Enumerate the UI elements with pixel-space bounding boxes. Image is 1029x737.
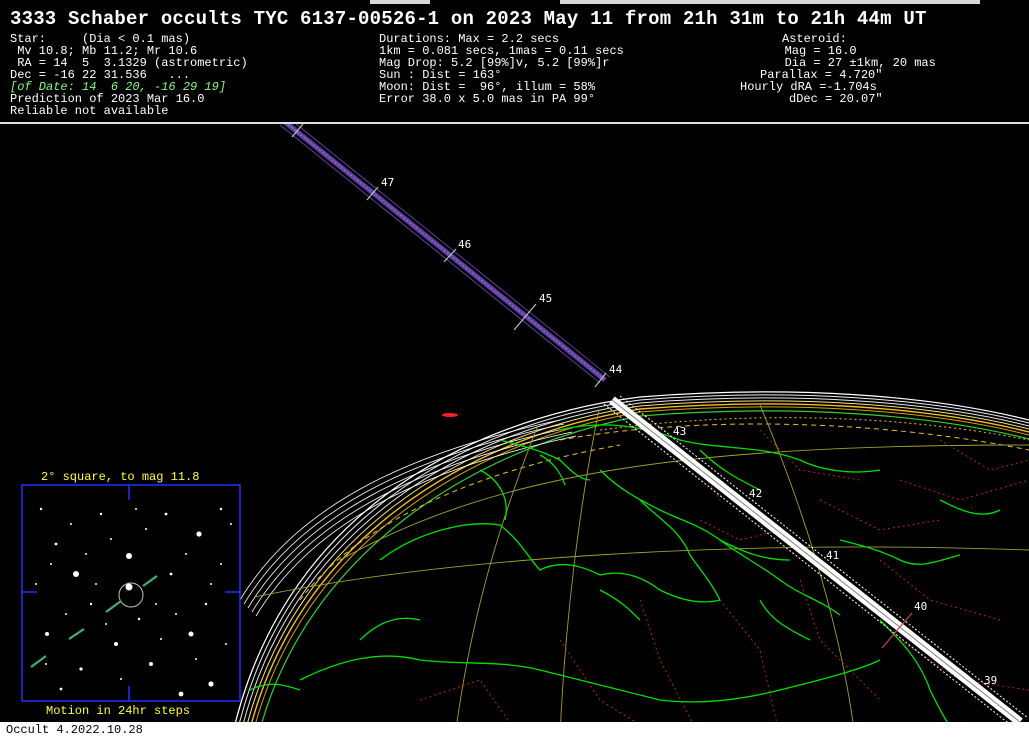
coastlines <box>249 424 1001 737</box>
track-in-space <box>279 118 611 384</box>
red-marker <box>442 413 458 417</box>
inset-title: 2° square, to mag 11.8 <box>41 470 200 484</box>
minute-label-45: 45 <box>539 292 552 305</box>
minute-label-46: 46 <box>458 238 471 251</box>
horizon-arcs <box>231 391 1029 737</box>
top-toolbar-remnant-2 <box>560 0 980 4</box>
event-line-6: Error 38.0 x 5.0 mas in PA 99° <box>379 92 596 106</box>
star-line-7: Reliable not available <box>10 104 169 118</box>
minute-label-43: 43 <box>673 425 686 438</box>
footer-bar: Occult 4.2022.10.28 <box>0 722 1029 737</box>
star-chart-inset <box>21 484 241 702</box>
page-title: 3333 Schaber occults TYC 6137-00526-1 on… <box>10 8 927 30</box>
minute-label-44: 44 <box>609 363 623 376</box>
asteroid-line-6: dDec = 20.07" <box>789 92 883 106</box>
minute-label-39: 39 <box>984 674 997 687</box>
minute-label-41: 41 <box>826 549 839 562</box>
footer-version: Occult 4.2022.10.28 <box>6 723 143 737</box>
top-toolbar-remnant <box>370 0 430 4</box>
political-borders <box>419 429 1029 737</box>
minute-label-47: 47 <box>381 176 394 189</box>
minute-label-42: 42 <box>749 487 762 500</box>
header-panel: 3333 Schaber occults TYC 6137-00526-1 on… <box>0 0 1029 124</box>
occultation-map: 47 46 45 44 43 42 41 40 39 3333 Schaber … <box>0 0 1029 737</box>
graticule <box>239 404 1029 737</box>
inset-motion-label: Motion in 24hr steps <box>46 704 191 718</box>
minute-label-40: 40 <box>914 600 927 613</box>
